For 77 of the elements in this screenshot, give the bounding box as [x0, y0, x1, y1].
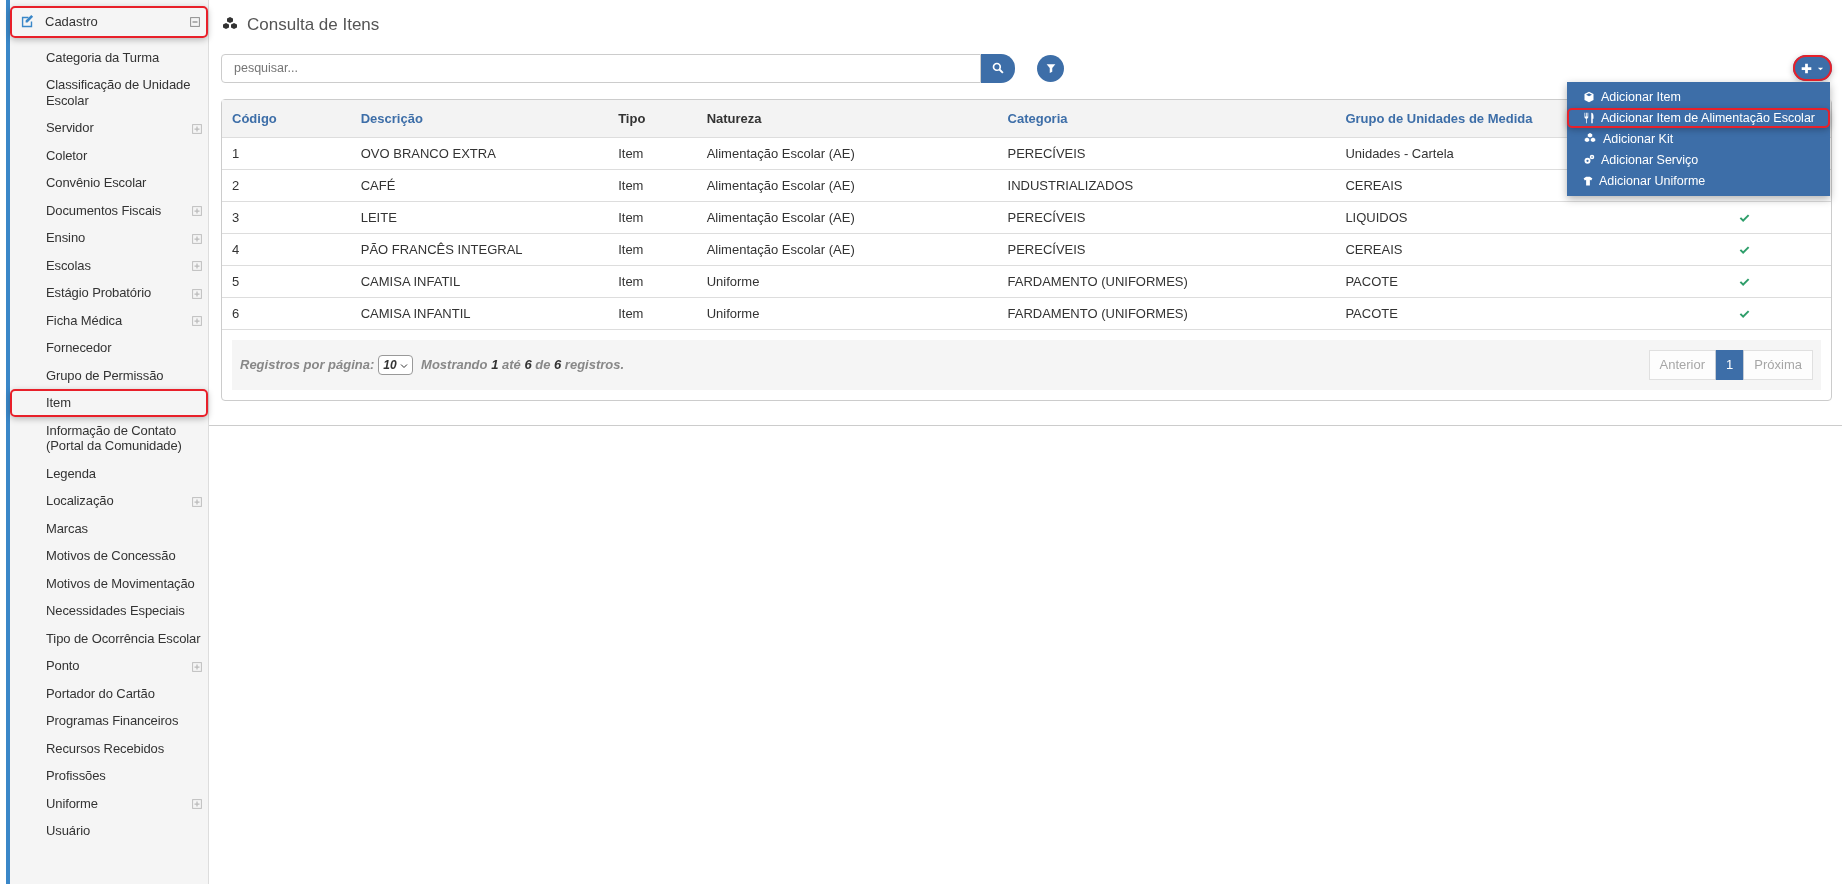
table-cell: Item	[608, 169, 697, 202]
sidebar-item[interactable]: Marcas	[10, 514, 208, 542]
table-cell: INDUSTRIALIZADOS	[997, 169, 1336, 202]
table-cell: 2	[222, 169, 351, 202]
table-cell: 6	[222, 297, 351, 330]
sidebar-item[interactable]: Recursos Recebidos	[10, 734, 208, 762]
sortable-column-header[interactable]: Categoria	[997, 99, 1336, 138]
table-cell: Uniforme	[696, 297, 998, 330]
sidebar-item[interactable]: Ensino	[10, 224, 208, 252]
table-cell: PACOTE	[1335, 265, 1658, 298]
per-page-select[interactable]: 10	[378, 354, 414, 375]
table-cell: Uniforme	[696, 265, 998, 298]
table-cell: 5	[222, 265, 351, 298]
sidebar-item[interactable]: Programas Financeiros	[10, 707, 208, 735]
records-summary: Mostrando 1 até 6 de 6 registros.	[421, 356, 625, 374]
sidebar-item[interactable]: Classificação de Unidade Escolar	[10, 71, 208, 114]
table-cell: OVO BRANCO EXTRA	[350, 137, 609, 170]
sidebar-item[interactable]: Estágio Probatório	[10, 279, 208, 307]
sortable-column-header[interactable]: Descrição	[350, 99, 609, 138]
sidebar-item[interactable]: Motivos de Concessão	[10, 542, 208, 570]
sidebar-item[interactable]: Categoria da Turma	[10, 43, 208, 71]
per-page-label: Registros por página:	[240, 356, 375, 374]
table-cell: FARDAMENTO (UNIFORMES)	[997, 297, 1336, 330]
page-link: Anterior	[1648, 350, 1717, 380]
search-field[interactable]: pesquisar...	[221, 53, 981, 83]
sidebar-item[interactable]: Informação de Contato (Portal da Comunidade)	[10, 416, 208, 460]
sidebar-item[interactable]: Escolas	[10, 251, 208, 279]
table-cell: 3	[222, 201, 351, 234]
table-cell: FARDAMENTO (UNIFORMES)	[997, 265, 1336, 298]
table-cell: Item	[608, 233, 697, 266]
sidebar-item[interactable]: Motivos de Movimentação	[10, 569, 208, 597]
sidebar-item[interactable]: Uniforme	[10, 789, 208, 817]
sidebar-item[interactable]: Fornecedor	[10, 334, 208, 362]
sidebar-item[interactable]: Usuário	[10, 817, 208, 845]
table-cell: CAFÉ	[350, 169, 609, 202]
sidebar-item[interactable]: Profissões	[10, 762, 208, 790]
sidebar-item[interactable]: Item	[10, 389, 208, 417]
table-cell: PERECÍVEIS	[997, 201, 1336, 234]
table-cell: Alimentação Escolar (AE)	[696, 233, 998, 266]
table-cell: Item	[608, 201, 697, 234]
table-cell: LEITE	[350, 201, 609, 234]
table-cell: CAMISA INFANTIL	[350, 297, 609, 330]
table-cell: Item	[608, 265, 697, 298]
sidebar-section-header[interactable]: Cadastro	[10, 6, 208, 38]
page-link: Próxima	[1743, 350, 1813, 380]
sidebar-item[interactable]: Coletor	[10, 141, 208, 169]
section-title: Cadastro	[45, 13, 99, 31]
sidebar-item[interactable]: Necessidades Especiais	[10, 597, 208, 625]
column-header: Tipo	[608, 99, 697, 138]
table-cell: Alimentação Escolar (AE)	[696, 201, 998, 234]
table-cell: LIQUIDOS	[1335, 201, 1658, 234]
table-cell: CEREAIS	[1335, 233, 1658, 266]
sidebar-item[interactable]: Portador do Cartão	[10, 679, 208, 707]
sidebar-item[interactable]: Servidor	[10, 114, 208, 142]
page-link[interactable]: 1	[1715, 350, 1745, 380]
table-cell: Item	[608, 297, 697, 330]
page-title: Consulta de Itens	[247, 14, 380, 36]
sidebar-item[interactable]: Ficha Médica	[10, 306, 208, 334]
sidebar-item[interactable]: Legenda	[10, 459, 208, 487]
sidebar-item[interactable]: Ponto	[10, 652, 208, 680]
table-cell: CAMISA INFATIL	[350, 265, 609, 298]
column-header: Natureza	[696, 99, 998, 138]
table-cell: PERECÍVEIS	[997, 233, 1336, 266]
sidebar-item[interactable]: Localização	[10, 487, 208, 515]
table-cell: PÃO FRANCÊS INTEGRAL	[350, 233, 609, 266]
table-cell: Alimentação Escolar (AE)	[696, 169, 998, 202]
table-cell: Alimentação Escolar (AE)	[696, 137, 998, 170]
table-cell: 1	[222, 137, 351, 170]
table-cell: 4	[222, 233, 351, 266]
table-cell: PACOTE	[1335, 297, 1658, 330]
sidebar-item[interactable]: Convênio Escolar	[10, 169, 208, 197]
sidebar-item[interactable]: Tipo de Ocorrência Escolar	[10, 624, 208, 652]
table-cell: Item	[608, 137, 697, 170]
sidebar-item[interactable]: Grupo de Permissão	[10, 361, 208, 389]
sortable-column-header[interactable]: Código	[222, 99, 351, 138]
table-cell: PERECÍVEIS	[997, 137, 1336, 170]
sidebar-item[interactable]: Documentos Fiscais	[10, 196, 208, 224]
